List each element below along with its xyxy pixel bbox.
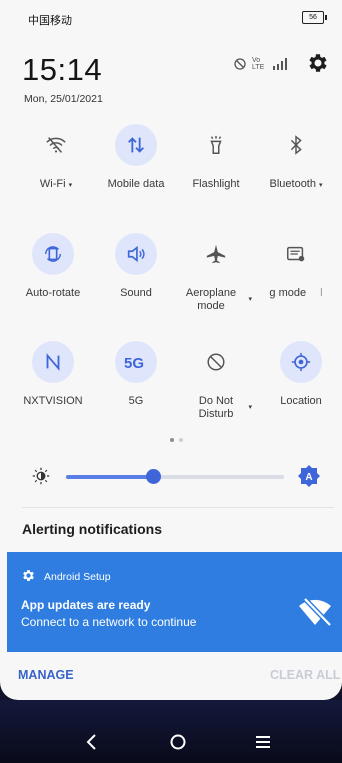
dropdown-caret-icon: ▾ xyxy=(248,404,252,411)
status-bar: 中国移动 56 xyxy=(0,0,342,40)
nxtvision-icon xyxy=(32,341,74,383)
battery-icon: 56 xyxy=(302,11,327,24)
tile-label: 5G xyxy=(128,395,144,407)
tile-label: Location xyxy=(280,395,322,407)
home-button[interactable] xyxy=(166,730,190,754)
tile-do-not-disturb[interactable]: Do Not Disturb ▾ xyxy=(176,341,256,421)
auto-brightness-icon[interactable]: A xyxy=(297,464,321,488)
brightness-slider[interactable] xyxy=(66,469,284,484)
svg-text:5G: 5G xyxy=(124,355,144,372)
settings-gear-icon[interactable] xyxy=(306,51,330,75)
bluetooth-icon xyxy=(275,124,317,166)
manage-button[interactable]: MANAGE xyxy=(18,668,74,682)
tile-label-extra: l xyxy=(320,287,323,299)
tile-label: Mobile data xyxy=(107,178,165,190)
carrier-name: 中国移动 xyxy=(28,15,72,27)
back-icon xyxy=(86,734,96,750)
mobile-data-icon xyxy=(115,124,157,166)
tile-location[interactable]: Location xyxy=(261,341,341,408)
brightness-slider-fill xyxy=(66,475,154,479)
menu-icon xyxy=(256,736,270,748)
tile-mobile-data[interactable]: Mobile data xyxy=(96,124,176,191)
auto-brightness-label: A xyxy=(305,472,312,483)
tile-label: Sound xyxy=(120,287,152,299)
wifi-off-icon xyxy=(35,124,77,166)
tile-label: NXTVISION xyxy=(23,395,83,407)
notification-card[interactable]: Android Setup App updates are ready Conn… xyxy=(7,552,342,652)
reading-mode-icon xyxy=(275,233,317,275)
clock[interactable]: 15:14 xyxy=(22,52,102,88)
tile-label: Flashlight xyxy=(192,178,240,190)
navigation-bar xyxy=(0,700,342,763)
notification-text: Connect to a network to continue xyxy=(21,615,197,629)
vibrate-icon xyxy=(234,58,246,70)
back-button[interactable] xyxy=(80,730,104,754)
dropdown-caret-icon: ▾ xyxy=(248,296,252,303)
section-heading: Alerting notifications xyxy=(22,521,162,537)
tile-label: Auto-rotate xyxy=(25,287,81,299)
brightness-slider-thumb[interactable] xyxy=(145,469,161,484)
network-status: Vo LTE xyxy=(234,57,288,71)
airplane-icon xyxy=(195,233,237,275)
page-dot-active xyxy=(170,438,174,442)
location-icon xyxy=(280,341,322,383)
tile-reading-mode[interactable]: g mode l xyxy=(256,233,336,300)
tile-wifi[interactable]: Wi-Fi ▾ xyxy=(16,124,96,192)
do-not-disturb-icon xyxy=(195,341,237,383)
dropdown-caret-icon: ▾ xyxy=(318,182,323,189)
clear-all-button[interactable]: CLEAR ALL xyxy=(270,668,340,682)
flashlight-icon xyxy=(195,124,237,166)
divider xyxy=(22,507,334,508)
brightness-icon xyxy=(32,467,50,485)
sound-icon xyxy=(115,233,157,275)
tile-label: g mode xyxy=(269,287,307,299)
tile-label: Do Not Disturb xyxy=(198,395,234,420)
volte-icon: Vo LTE xyxy=(252,57,265,71)
tile-bluetooth[interactable]: Bluetooth ▾ xyxy=(256,124,336,192)
auto-rotate-icon xyxy=(32,233,74,275)
dropdown-caret-icon: ▾ xyxy=(68,182,73,189)
tile-label: Wi-Fi xyxy=(39,178,66,190)
settings-gear-icon xyxy=(23,570,34,581)
page-dot xyxy=(179,438,183,442)
tile-aeroplane-mode[interactable]: Aeroplane mode ▾ xyxy=(176,233,256,313)
tile-auto-rotate[interactable]: Auto-rotate xyxy=(13,233,93,300)
tile-flashlight[interactable]: Flashlight xyxy=(176,124,256,191)
page-indicator xyxy=(170,438,183,442)
quick-settings-panel: 中国移动 56 15:14 Mon, 25/01/2021 Vo LTE Wi-… xyxy=(0,0,342,700)
tile-label: Bluetooth xyxy=(269,178,316,190)
menu-button[interactable] xyxy=(251,730,275,754)
tile-sound[interactable]: Sound xyxy=(96,233,176,300)
date[interactable]: Mon, 25/01/2021 xyxy=(24,93,103,105)
5g-icon: 5G xyxy=(115,341,157,383)
wifi-off-icon xyxy=(299,597,332,627)
notification-app-name: Android Setup xyxy=(44,571,111,583)
signal-icon xyxy=(273,58,287,70)
notification-title: App updates are ready xyxy=(21,598,151,612)
tile-label: Aeroplane mode xyxy=(185,287,237,312)
tile-nxtvision[interactable]: NXTVISION xyxy=(13,341,93,408)
tile-5g[interactable]: 5G 5G xyxy=(96,341,176,408)
home-icon xyxy=(170,734,186,750)
